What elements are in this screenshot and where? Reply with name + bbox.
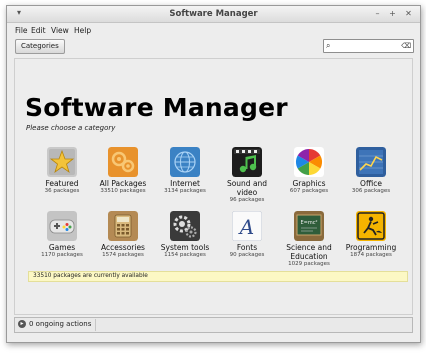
sound-video-icon [232,147,262,177]
category-all-packages[interactable]: All Packages 33510 packages [93,147,153,195]
page-subtitle: Please choose a category [26,124,116,132]
title-bar: ▾ Software Manager – + ✕ [7,6,420,23]
category-programming[interactable]: Programming 1874 packages [341,211,401,259]
search-input[interactable]: ⌕ ⌫ [323,39,414,53]
svg-text:E=mc²: E=mc² [301,220,318,226]
status-separator [95,319,96,331]
all-packages-icon [108,147,138,177]
fonts-icon: A [232,211,262,241]
category-accessories[interactable]: Accessories 1574 packages [93,211,153,259]
maximize-icon[interactable]: + [387,8,398,19]
info-bar: 33510 packages are currently available [28,271,408,282]
categories-button[interactable]: Categories [15,39,65,54]
minimize-icon[interactable]: – [372,8,383,19]
main-content: Software Manager Please choose a categor… [14,58,413,315]
status-bar: ▸ 0 ongoing actions [14,317,413,333]
science-education-icon: E=mc² [294,211,324,241]
menu-view[interactable]: View [51,26,69,35]
close-icon[interactable]: ✕ [403,8,414,19]
system-tools-icon [170,211,200,241]
menu-help[interactable]: Help [74,26,91,35]
window-title: Software Manager [169,9,258,19]
graphics-icon [294,147,324,177]
page-title: Software Manager [25,93,288,122]
office-icon [356,147,386,177]
category-graphics[interactable]: Graphics 607 packages [279,147,339,195]
status-text: 0 ongoing actions [29,320,92,328]
toolbar: Categories ⌕ ⌫ [7,38,420,58]
svg-text:A: A [238,215,254,239]
star-icon [47,147,77,177]
internet-icon [170,147,200,177]
menu-file[interactable]: File [15,26,28,35]
accessories-icon [108,211,138,241]
category-science-education[interactable]: E=mc² Science and Education 1029 package… [279,211,339,268]
software-manager-window: ▾ Software Manager – + ✕ File Edit View … [6,5,421,343]
menu-bar: File Edit View Help [7,23,420,37]
clear-search-icon[interactable]: ⌫ [401,40,411,52]
category-sound-video[interactable]: Sound and video 96 packages [217,147,277,204]
category-internet[interactable]: Internet 3134 packages [155,147,215,195]
category-fonts[interactable]: A Fonts 90 packages [217,211,277,259]
category-games[interactable]: Games 1170 packages [32,211,92,259]
games-icon [47,211,77,241]
category-featured[interactable]: Featured 36 packages [32,147,92,195]
category-system-tools[interactable]: System tools 1154 packages [155,211,215,259]
search-icon: ⌕ [326,41,331,50]
menu-edit[interactable]: Edit [31,26,46,35]
category-office[interactable]: Office 306 packages [341,147,401,195]
actions-icon[interactable]: ▸ [18,320,26,328]
programming-icon [356,211,386,241]
